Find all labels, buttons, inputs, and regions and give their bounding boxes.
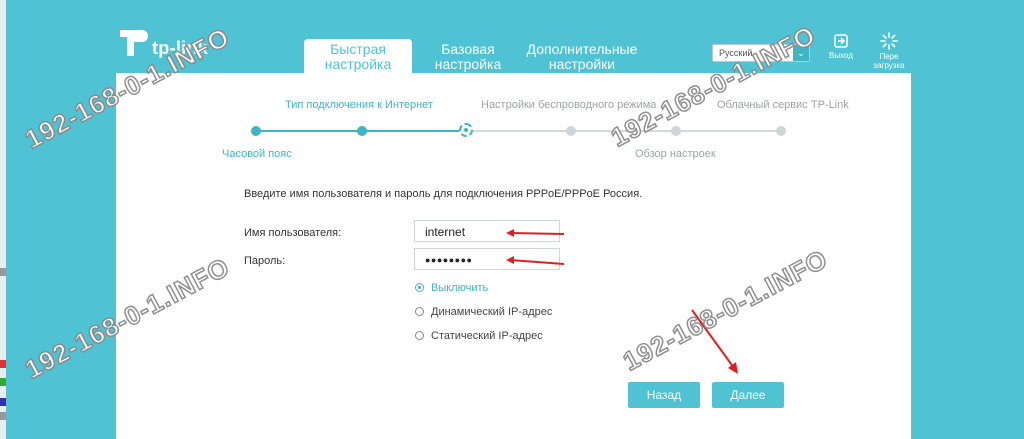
tab-basic-setup[interactable]: Базовая настройка xyxy=(424,42,512,76)
step-node-current xyxy=(459,123,473,137)
username-label: Имя пользователя: xyxy=(244,227,342,239)
annotation-arrows xyxy=(506,229,565,265)
back-button[interactable]: Назад xyxy=(628,382,700,408)
step-node-2 xyxy=(357,126,367,136)
radio-dynamic-ip[interactable]: Динамический IP-адрес xyxy=(415,306,552,318)
left-edge-strip xyxy=(0,0,6,439)
step-wireless: Настройки беспроводного режима xyxy=(481,99,657,111)
logout-label: Выход xyxy=(829,51,853,60)
next-button[interactable]: Далее xyxy=(712,382,784,408)
step-timezone: Часовой пояс xyxy=(222,148,292,160)
radio-label: Выключить xyxy=(431,282,489,294)
step-node-4 xyxy=(566,126,576,136)
form-intro: Введите имя пользователя и пароль для по… xyxy=(244,188,643,200)
reboot-icon xyxy=(880,32,898,50)
tab-label-line1: Быстрая xyxy=(330,41,386,57)
step-node-5 xyxy=(671,126,681,136)
reboot-label-line1: Пере xyxy=(879,52,899,61)
radio-static-ip[interactable]: Статический IP-адрес xyxy=(415,330,543,342)
step-node-1 xyxy=(251,126,261,136)
logout-icon xyxy=(834,34,848,48)
reboot-label-line2: загрузка xyxy=(873,61,905,70)
step-cloud: Облачный сервис TP-Link xyxy=(717,99,849,111)
radio-indicator xyxy=(415,331,424,340)
radio-indicator xyxy=(415,307,424,316)
username-value: internet xyxy=(425,225,466,239)
tab-label-line1: Базовая xyxy=(441,41,495,57)
tab-label-line1: Дополнительные xyxy=(526,41,638,57)
password-value: ●●●●●●●● xyxy=(425,255,473,265)
tp-link-logo-icon xyxy=(120,30,148,56)
tab-label-line2: настройка xyxy=(324,56,392,72)
tab-advanced-setup[interactable]: Дополнительные настройки xyxy=(520,42,644,76)
logout-button[interactable]: Выход xyxy=(822,33,860,60)
step-summary: Обзор настроек xyxy=(635,148,716,160)
radio-indicator xyxy=(415,283,424,292)
radio-label: Статический IP-адрес xyxy=(431,330,543,342)
tab-quick-setup[interactable]: Быстрая настройка xyxy=(304,39,412,76)
reboot-button[interactable]: Пере загрузка xyxy=(870,32,908,70)
password-label: Пароль: xyxy=(244,255,286,267)
tab-label-line2: настройки xyxy=(548,56,616,72)
tab-label-line2: настройка xyxy=(434,56,502,72)
radio-label: Динамический IP-адрес xyxy=(431,306,553,318)
radio-disable[interactable]: Выключить xyxy=(415,282,488,294)
step-internet-type: Тип подключения к Интернет xyxy=(285,99,433,111)
step-node-6 xyxy=(776,126,786,136)
